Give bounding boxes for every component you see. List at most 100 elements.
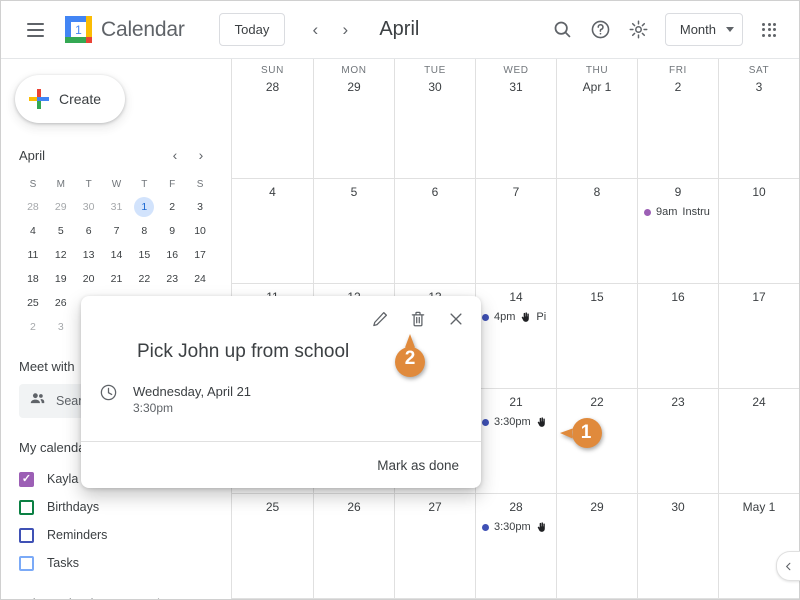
calendar-day-cell[interactable]: 30 <box>637 494 718 598</box>
calendar-day-cell[interactable]: 9 9am Instru <box>637 179 718 283</box>
mini-calendar-day[interactable]: 17 <box>190 245 210 265</box>
mini-calendar-day[interactable]: 9 <box>162 221 182 241</box>
apps-grid-icon[interactable] <box>751 12 787 48</box>
previous-period-button[interactable]: ‹ <box>301 16 329 44</box>
calendar-checkbox[interactable] <box>19 555 34 571</box>
calendar-list-item[interactable]: Reminders <box>19 521 219 549</box>
close-icon[interactable] <box>441 304 471 334</box>
calendar-day-number[interactable]: 28 <box>476 500 556 514</box>
calendar-day-cell[interactable]: 7 <box>475 179 556 283</box>
calendar-list-item[interactable]: Birthdays <box>19 493 219 521</box>
calendar-day-number[interactable]: 25 <box>232 500 313 514</box>
create-button[interactable]: Create <box>15 75 125 123</box>
calendar-checkbox[interactable]: ✓ <box>19 471 34 487</box>
view-mode-select[interactable]: Month <box>664 13 743 46</box>
calendar-day-number[interactable]: 30 <box>638 500 718 514</box>
mini-calendar-day[interactable]: 4 <box>23 221 43 241</box>
calendar-day-cell[interactable]: 29 <box>556 494 637 598</box>
calendar-day-cell[interactable]: 10 <box>718 179 799 283</box>
calendar-day-number[interactable]: 26 <box>314 500 394 514</box>
calendar-day-number[interactable]: 14 <box>476 290 556 304</box>
calendar-day-cell[interactable]: 16 <box>637 284 718 388</box>
calendar-day-number[interactable]: 15 <box>557 290 637 304</box>
calendar-day-number[interactable]: 28 <box>232 80 313 94</box>
calendar-event[interactable]: 3:30pm <box>476 520 556 534</box>
chevron-left-icon[interactable] <box>776 551 800 581</box>
calendar-day-cell[interactable]: 4 <box>232 179 313 283</box>
calendar-day-number[interactable]: 29 <box>557 500 637 514</box>
mini-calendar-day[interactable]: 30 <box>79 197 99 217</box>
mini-calendar-day[interactable]: 21 <box>106 269 126 289</box>
mini-calendar-day[interactable]: 8 <box>134 221 154 241</box>
calendar-day-cell[interactable]: THU Apr 1 <box>556 59 637 178</box>
calendar-event[interactable]: 3:30pm <box>476 415 556 429</box>
calendar-day-cell[interactable]: 14 4pm Pi <box>475 284 556 388</box>
mini-calendar-day[interactable]: 24 <box>190 269 210 289</box>
mini-calendar-day[interactable]: 3 <box>190 197 210 217</box>
calendar-checkbox[interactable] <box>19 527 34 543</box>
calendar-day-cell[interactable]: 21 3:30pm <box>475 389 556 493</box>
calendar-day-cell[interactable]: 5 <box>313 179 394 283</box>
mini-calendar-day[interactable]: 3 <box>51 317 71 337</box>
next-period-button[interactable]: › <box>331 16 359 44</box>
calendar-day-cell[interactable]: 15 <box>556 284 637 388</box>
calendar-day-cell[interactable]: 8 <box>556 179 637 283</box>
mini-calendar-prev-button[interactable]: ‹ <box>164 144 186 166</box>
mini-calendar-day[interactable]: 15 <box>134 245 154 265</box>
mini-calendar-day[interactable]: 7 <box>106 221 126 241</box>
calendar-day-cell[interactable]: SAT 3 <box>718 59 799 178</box>
mini-calendar-day[interactable]: 16 <box>162 245 182 265</box>
mini-calendar-day[interactable]: 18 <box>23 269 43 289</box>
calendar-day-number[interactable]: Apr 1 <box>557 80 637 94</box>
mini-calendar-day[interactable]: 26 <box>51 293 71 313</box>
calendar-day-number[interactable]: 8 <box>557 185 637 199</box>
calendar-day-cell[interactable]: 6 <box>394 179 475 283</box>
calendar-day-cell[interactable]: SUN 28 <box>232 59 313 178</box>
mini-calendar-day[interactable]: 1 <box>134 197 155 217</box>
calendar-day-number[interactable]: 9 <box>638 185 718 199</box>
hamburger-menu-icon[interactable] <box>15 10 55 50</box>
calendar-day-number[interactable]: May 1 <box>719 500 799 514</box>
calendar-day-cell[interactable]: FRI 2 <box>637 59 718 178</box>
calendar-day-cell[interactable]: 28 3:30pm <box>475 494 556 598</box>
calendar-day-number[interactable]: 2 <box>638 80 718 94</box>
calendar-day-number[interactable]: 17 <box>719 290 799 304</box>
mini-calendar-day[interactable]: 28 <box>23 197 43 217</box>
help-icon[interactable] <box>583 12 619 48</box>
mini-calendar-next-button[interactable]: › <box>190 144 212 166</box>
calendar-day-number[interactable]: 27 <box>395 500 475 514</box>
mini-calendar-day[interactable]: 19 <box>51 269 71 289</box>
mini-calendar-day[interactable]: 2 <box>23 317 43 337</box>
trash-delete-icon[interactable] <box>403 304 433 334</box>
mini-calendar-day[interactable]: 2 <box>162 197 182 217</box>
calendar-list-item[interactable]: Tasks <box>19 549 219 577</box>
mini-calendar-day[interactable]: 20 <box>79 269 99 289</box>
mini-calendar-day[interactable]: 14 <box>106 245 126 265</box>
calendar-day-cell[interactable]: MON 29 <box>313 59 394 178</box>
calendar-day-number[interactable]: 30 <box>395 80 475 94</box>
mini-calendar-day[interactable]: 12 <box>51 245 71 265</box>
calendar-day-number[interactable]: 16 <box>638 290 718 304</box>
calendar-day-cell[interactable]: TUE 30 <box>394 59 475 178</box>
chevron-down-icon[interactable] <box>173 590 199 599</box>
calendar-day-cell[interactable]: WED 31 <box>475 59 556 178</box>
mini-calendar-day[interactable]: 10 <box>190 221 210 241</box>
calendar-day-cell[interactable]: 24 <box>718 389 799 493</box>
calendar-day-number[interactable]: 22 <box>557 395 637 409</box>
mini-calendar-day[interactable]: 31 <box>106 197 126 217</box>
mini-calendar-day[interactable]: 25 <box>23 293 43 313</box>
calendar-day-cell[interactable]: 25 <box>232 494 313 598</box>
calendar-event[interactable]: 9am Instru <box>638 205 718 219</box>
mini-calendar-day[interactable]: 11 <box>23 245 43 265</box>
calendar-day-number[interactable]: 31 <box>476 80 556 94</box>
calendar-day-cell[interactable]: 23 <box>637 389 718 493</box>
calendar-day-number[interactable]: 3 <box>719 80 799 94</box>
pencil-edit-icon[interactable] <box>365 304 395 334</box>
calendar-day-cell[interactable]: 26 <box>313 494 394 598</box>
mini-calendar-day[interactable]: 23 <box>162 269 182 289</box>
search-icon[interactable] <box>545 12 581 48</box>
calendar-day-number[interactable]: 29 <box>314 80 394 94</box>
calendar-day-cell[interactable]: 27 <box>394 494 475 598</box>
mark-as-done-button[interactable]: Mark as done <box>377 458 459 473</box>
today-button[interactable]: Today <box>218 13 286 46</box>
